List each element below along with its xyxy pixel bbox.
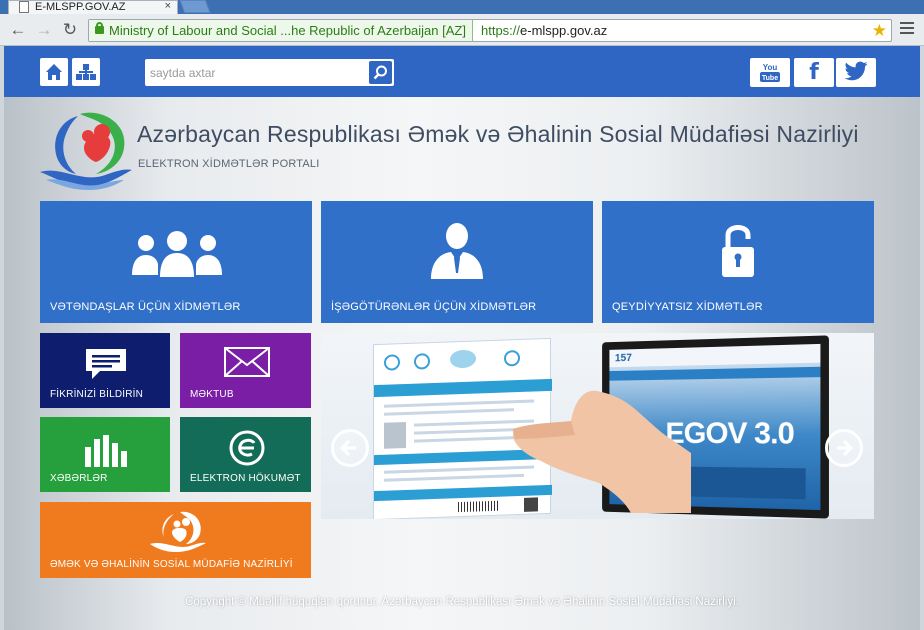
businessman-icon [431,223,483,279]
employers-services-label: İŞƏGÖTÜRƏNLƏR ÜÇÜN XİDMƏTLƏR [331,301,537,313]
e-government-tile[interactable]: ELEKTRON HÖKUMƏT [180,417,311,492]
back-arrow-icon[interactable]: ← [8,20,28,40]
youtube-button[interactable]: You Tube [750,58,790,87]
page-title: Azərbaycan Respublikası Əmək və Əhalinin… [137,121,859,147]
unlock-icon [722,225,754,277]
tab-strip: E-MLSPP.GOV.AZ × [0,0,924,14]
page-subtitle: ELEKTRON XİDMƏTLƏR PORTALI [138,158,320,170]
news-label: XƏBƏRLƏR [50,473,108,484]
users-group-icon [132,231,222,277]
news-tile[interactable]: XƏBƏRLƏR [40,417,170,492]
address-bar[interactable]: Ministry of Labour and Social ...he Repu… [88,19,892,42]
home-button[interactable] [40,58,68,86]
forward-arrow-icon[interactable]: → [34,20,54,40]
hotline-number: 157 [614,352,632,365]
svg-text:You: You [763,63,778,72]
browser-chrome: E-MLSPP.GOV.AZ × ← → ↻ Ministry of Labou… [0,0,924,46]
e-government-label: ELEKTRON HÖKUMƏT [190,473,301,484]
browser-tab[interactable]: E-MLSPP.GOV.AZ × [8,0,178,14]
close-icon[interactable]: × [165,0,171,12]
envelope-icon [224,347,270,377]
page-icon [19,1,29,13]
letter-label: MƏKTUB [190,389,234,400]
unregistered-services-label: QEYDİYYATSIZ XİDMƏTLƏR [612,301,763,313]
new-tab-button[interactable] [179,0,211,13]
facebook-icon[interactable]: f [794,58,834,87]
page: You Tube f Azərbaycan Respublikası Əmək … [4,46,920,630]
search-button[interactable] [369,61,392,84]
feedback-label: FİKRİNİZİ BİLDİRİN [50,389,144,400]
url-host: e-mlspp.gov.az [520,23,608,38]
tab-title: E-MLSPP.GOV.AZ [35,1,126,13]
bar-chart-icon [85,435,127,467]
lock-icon [95,22,104,34]
slider-next-button[interactable] [825,429,863,467]
navigation-bar: ← → ↻ Ministry of Labour and Social ...h… [0,15,924,46]
unregistered-services-tile[interactable]: QEYDİYYATSIZ XİDMƏTLƏR [602,201,874,323]
ev-label: Ministry of Labour and Social ...he Repu… [109,23,466,38]
sitemap-button[interactable] [72,58,100,86]
ev-certificate-badge[interactable]: Ministry of Labour and Social ...he Repu… [89,20,473,41]
search-icon [373,65,387,80]
home-icon [46,64,62,80]
ministry-label: ƏMƏK VƏ ƏHALİNİN SOSİAL MÜDAFİƏ NAZİRLİY… [50,559,293,570]
citizens-services-tile[interactable]: VƏTƏNDAŞLAR ÜÇÜN XİDMƏTLƏR [40,201,312,323]
youtube-icon: You Tube [760,63,780,82]
slider-prev-button[interactable] [331,429,369,467]
ministry-emblem-icon [150,511,206,552]
twitter-icon [844,61,868,81]
ministry-header: Azərbaycan Respublikası Əmək və Əhalinin… [40,110,900,190]
arrow-left-icon [339,439,356,457]
url-scheme: https:// [481,23,521,38]
footer-copyright: Copyright © Müəllif hüquqları qorunur. A… [185,596,739,608]
feedback-tile[interactable]: FİKRİNİZİ BİLDİRİN [40,333,170,408]
citizens-services-label: VƏTƏNDAŞLAR ÜÇÜN XİDMƏTLƏR [50,301,241,313]
reload-icon[interactable]: ↻ [60,20,80,40]
letter-tile[interactable]: MƏKTUB [180,333,311,408]
chat-bubble-icon [86,349,126,379]
search-box [145,59,394,86]
banner-slider: 157 EGOV 3.0 [321,333,874,519]
sitemap-icon [76,64,96,80]
e-government-icon [229,430,265,466]
arrow-right-icon [837,439,854,457]
employers-services-tile[interactable]: İŞƏGÖTÜRƏNLƏR ÜÇÜN XİDMƏTLƏR [321,201,593,323]
ministry-logo[interactable] [40,110,132,190]
svg-text:Tube: Tube [762,75,778,82]
top-bar: You Tube f [4,46,920,97]
banner-hand [513,390,691,513]
twitter-button[interactable] [836,58,876,87]
bookmark-star-icon[interactable]: ★ [872,20,887,41]
url-text[interactable]: https://e-mlspp.gov.az [481,20,607,41]
search-input[interactable] [145,59,365,86]
ministry-tile[interactable]: ƏMƏK VƏ ƏHALİNİN SOSİAL MÜDAFİƏ NAZİRLİY… [40,502,311,578]
menu-icon[interactable] [900,22,914,37]
